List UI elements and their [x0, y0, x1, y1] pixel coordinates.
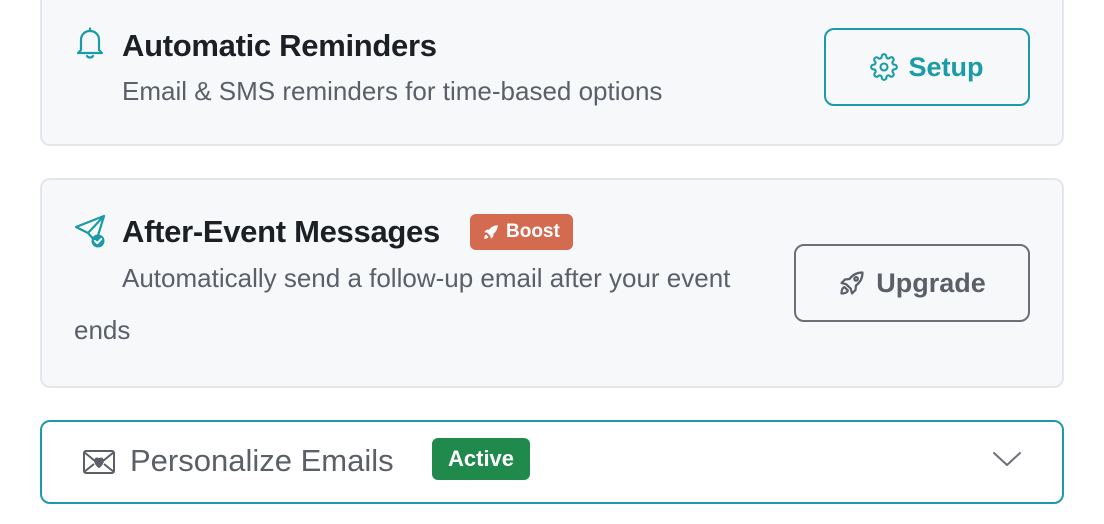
after-event-messages-title: After-Event Messages — [122, 214, 440, 249]
bell-icon — [76, 27, 104, 64]
setup-button[interactable]: Setup — [824, 28, 1030, 106]
rocket-icon — [838, 269, 866, 297]
active-badge: Active — [432, 438, 531, 480]
boost-badge: Boost — [470, 214, 573, 250]
boost-badge-label: Boost — [506, 221, 560, 242]
envelope-heart-icon — [82, 449, 116, 480]
personalize-emails-title: Personalize Emails — [130, 443, 394, 478]
personalize-emails-accordion[interactable]: Personalize Emails Active — [40, 420, 1064, 504]
upgrade-button[interactable]: Upgrade — [794, 244, 1030, 322]
paper-plane-check-icon — [74, 214, 108, 253]
automatic-reminders-card: Automatic Reminders Email & SMS reminder… — [40, 0, 1064, 146]
setup-button-label: Setup — [908, 51, 984, 82]
upgrade-button-label: Upgrade — [876, 267, 986, 298]
after-event-messages-card: After-Event Messages Boost Automatically… — [40, 178, 1064, 388]
rocket-icon — [482, 223, 500, 241]
after-event-messages-description: Automatically send a follow-up email aft… — [74, 263, 731, 345]
automatic-reminders-title: Automatic Reminders — [122, 28, 437, 63]
chevron-down-icon[interactable] — [992, 450, 1022, 473]
gear-icon — [870, 53, 899, 81]
automatic-reminders-subtitle: Email & SMS reminders for time-based opt… — [122, 76, 663, 106]
active-badge-label: Active — [448, 446, 515, 471]
